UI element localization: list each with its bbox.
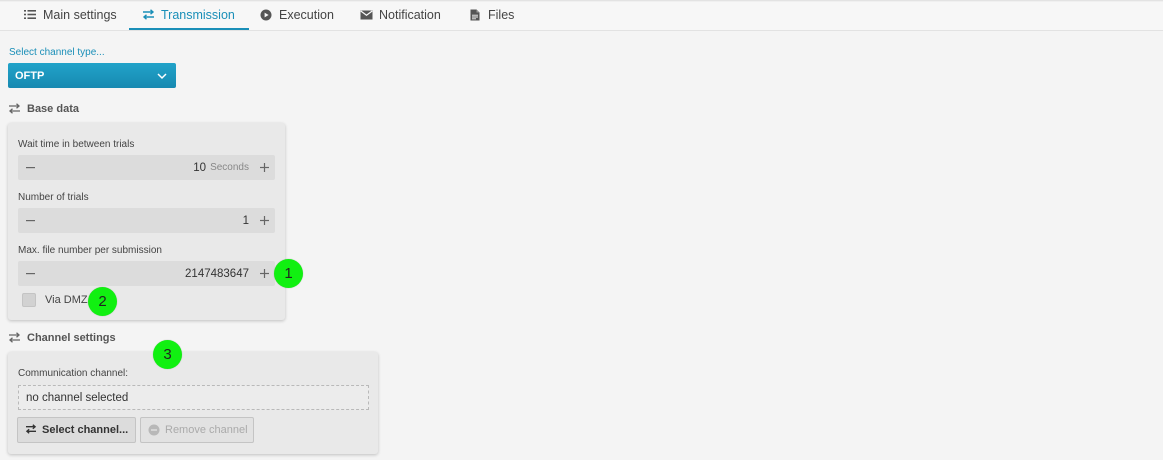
decrement-button[interactable]: [19, 208, 41, 233]
select-channel-label: Select channel...: [42, 424, 129, 436]
select-channel-button[interactable]: Select channel...: [17, 417, 136, 443]
annotation-marker-2: 2: [88, 287, 117, 316]
annotation-marker-1: 1: [274, 259, 303, 288]
communication-channel-value: no channel selected: [26, 391, 129, 404]
channel-type-label: Select channel type...: [9, 47, 105, 58]
page: Main settings Transmission Execution Not…: [0, 0, 1163, 460]
increment-button[interactable]: [253, 261, 275, 286]
tab-transmission[interactable]: Transmission: [129, 0, 249, 30]
trials-value: 1: [242, 214, 249, 227]
wait-time-unit: Seconds: [210, 162, 249, 173]
via-dmz-checkbox[interactable]: [22, 293, 36, 307]
wait-time-value: 10: [193, 161, 207, 174]
transfer-icon: [25, 424, 37, 436]
plus-icon: [259, 163, 269, 172]
plus-icon: [259, 216, 269, 225]
minus-icon: [25, 219, 35, 221]
tab-label: Main settings: [43, 7, 117, 22]
tab-label: Notification: [379, 7, 441, 22]
transfer-icon: [141, 8, 155, 22]
max-files-value: 2147483647: [185, 267, 249, 280]
tab-notification[interactable]: Notification: [359, 0, 441, 29]
increment-button[interactable]: [253, 208, 275, 233]
via-dmz-label[interactable]: Via DMZ: [45, 294, 88, 306]
remove-channel-label: Remove channel: [165, 424, 248, 436]
transfer-icon: [8, 103, 22, 115]
channel-settings-title: Channel settings: [27, 332, 116, 344]
max-files-stepper: 2147483647: [18, 261, 275, 286]
tab-label: Transmission: [161, 7, 235, 22]
annotation-marker-3: 3: [153, 340, 182, 369]
trials-value-wrap[interactable]: 1: [243, 208, 249, 233]
tab-execution[interactable]: Execution: [259, 0, 334, 29]
base-data-title: Base data: [27, 103, 79, 115]
wait-time-stepper: 10 Seconds: [18, 155, 275, 180]
base-data-header: Base data: [8, 103, 79, 115]
tab-bar: Main settings Transmission Execution Not…: [0, 0, 1163, 31]
plus-icon: [259, 269, 269, 278]
channel-settings-header: Channel settings: [8, 332, 116, 344]
minus-circle-icon: [148, 424, 160, 436]
remove-channel-button[interactable]: Remove channel: [140, 417, 254, 443]
via-dmz-row: Via DMZ: [22, 293, 88, 307]
tab-label: Execution: [279, 7, 334, 22]
trials-label: Number of trials: [18, 192, 89, 203]
max-files-label: Max. file number per submission: [18, 245, 162, 256]
tab-files[interactable]: Files: [468, 0, 514, 29]
list-icon: [23, 8, 37, 22]
increment-button[interactable]: [253, 155, 275, 180]
base-data-panel: Wait time in between trials 10 Seconds N…: [8, 123, 285, 320]
transfer-icon: [8, 332, 22, 344]
communication-channel-label: Communication channel:: [18, 368, 129, 379]
tab-label: Files: [488, 7, 515, 22]
wait-time-value-wrap[interactable]: 10 Seconds: [193, 155, 249, 180]
channel-settings-panel: Communication channel: no channel select…: [8, 352, 378, 454]
envelope-icon: [359, 8, 373, 22]
file-icon: [468, 8, 482, 22]
tab-main-settings[interactable]: Main settings: [23, 0, 117, 29]
decrement-button[interactable]: [19, 261, 41, 286]
chevron-down-icon: [157, 71, 167, 83]
decrement-button[interactable]: [19, 155, 41, 180]
trials-stepper: 1: [18, 208, 275, 233]
wait-time-label: Wait time in between trials: [18, 139, 135, 150]
channel-type-value: OFTP: [15, 69, 45, 82]
minus-icon: [25, 272, 35, 274]
channel-type-select[interactable]: OFTP: [8, 63, 176, 88]
max-files-value-wrap[interactable]: 2147483647: [185, 261, 249, 286]
play-circle-icon: [259, 8, 273, 22]
communication-channel-field: no channel selected: [18, 385, 369, 410]
minus-icon: [25, 166, 35, 168]
